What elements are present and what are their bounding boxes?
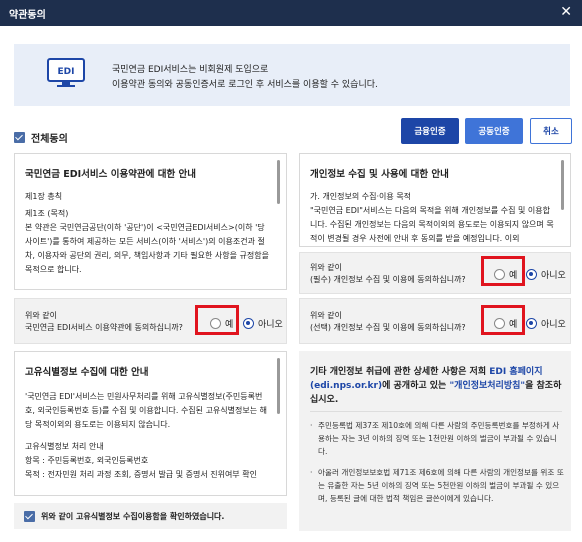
checkbox-checked-icon xyxy=(24,510,35,522)
terms-consent-q1: 위와 같이 xyxy=(25,311,57,320)
radio-selected-icon xyxy=(526,318,537,329)
privacy-info-panel: 기타 개인정보 취급에 관한 상세한 사항은 저희 EDI 홈페이지 (edi.… xyxy=(299,351,571,531)
radio-selected-icon xyxy=(243,318,254,329)
privacy-required-no-radio[interactable]: 아니오 xyxy=(526,268,566,281)
privacy-required-q1: 위와 같이 xyxy=(310,263,342,272)
unique-id-item-2: 목적 : 전자민원 처리 과정 조회, 증명서 발급 및 증명서 진위여부 확인 xyxy=(25,470,257,479)
unique-id-title: 고유식별정보 수집에 대한 안내 xyxy=(25,367,149,378)
notice-banner: EDI 국민연금 EDI서비스는 비회원제 도입으로 이용약관 동의와 공동인증… xyxy=(14,44,570,106)
notice-line-1: 국민연금 EDI서비스는 비회원제 도입으로 xyxy=(112,65,269,75)
unique-id-confirm-checkbox[interactable]: 위와 같이 고유식별정보 수집이용함을 확인하였습니다. xyxy=(14,503,287,529)
all-agree-label: 전체동의 xyxy=(31,134,68,145)
checkbox-checked-icon xyxy=(14,132,25,143)
modal-titlebar: 약관동의 ✕ xyxy=(0,0,582,26)
terms-chapter: 제1장 총칙 xyxy=(25,192,63,201)
terms-title: 국민연금 EDI서비스 이용약관에 대한 안내 xyxy=(25,169,196,180)
info-lead: 기타 개인정보 취급에 관한 상세한 사항은 저희 EDI 홈페이지 (edi.… xyxy=(310,365,562,407)
unique-id-sub-title: 고유식별정보 처리 안내 xyxy=(25,442,104,451)
info-bullet-1: 주민등록법 제37조 제10호에 의해 다른 사람의 주민등록번호를 부정하게 … xyxy=(310,419,566,458)
terms-article: 제1조 (목적) xyxy=(25,209,69,218)
info-bullet-2: 아울러 개인정보보호법 제71조 제6호에 의해 다른 사람의 개인정보를 위조… xyxy=(310,466,566,505)
terms-no-radio[interactable]: 아니오 xyxy=(243,317,283,330)
close-icon[interactable]: ✕ xyxy=(560,4,572,20)
unique-id-confirm-label: 위와 같이 고유식별정보 수집이용함을 확인하였습니다. xyxy=(41,511,225,521)
terms-body: 본 약관은 국민연금공단(이하 '공단')이 <국민연금EDI서비스>(이하 '… xyxy=(25,223,269,274)
terms-no-label: 아니오 xyxy=(258,320,283,330)
terms-consent-q2: 국민연금 EDI서비스 이용약관에 동의하십니까? xyxy=(25,323,183,332)
unique-id-item-1: 항목 : 주민등록번호, 외국인등록번호 xyxy=(25,456,149,465)
financial-cert-button[interactable]: 금융인증 xyxy=(401,118,459,144)
privacy-panel[interactable]: 개인정보 수집 및 사용에 대한 안내 가. 개인정보의 수집·이용 목적 "국… xyxy=(299,153,571,247)
all-agree-checkbox[interactable]: 전체동의 xyxy=(14,130,68,145)
privacy-optional-q1: 위와 같이 xyxy=(310,311,342,320)
privacy-required-row: 위와 같이 (필수) 개인정보 수집 및 이용에 동의하십니까? 예 아니오 xyxy=(299,252,571,294)
privacy-item: 가. 개인정보의 수집·이용 목적 xyxy=(310,192,412,201)
info-lead-b: 에 공개하고 있는 xyxy=(382,381,450,391)
privacy-body: "국민연금 EDI"서비스는 다음의 목적을 위해 개인정보를 수집 및 이용합… xyxy=(310,206,554,243)
edi-monitor-icon: EDI xyxy=(47,58,85,87)
public-cert-button[interactable]: 공동인증 xyxy=(465,118,523,144)
unique-id-body: '국민연금 EDI'서비스는 민원사무처리를 위해 고유식별정보(주민등록번호,… xyxy=(25,392,267,429)
info-lead-a: 기타 개인정보 취급에 관한 상세한 사항은 저희 xyxy=(310,367,490,377)
unique-id-scrollbar[interactable] xyxy=(277,358,280,414)
privacy-policy-link[interactable]: "개인정보처리방침" xyxy=(449,381,525,391)
highlight-box-privacy-required-yes xyxy=(481,256,525,286)
privacy-required-no-label: 아니오 xyxy=(541,271,566,281)
highlight-box-terms-yes xyxy=(195,305,239,335)
privacy-optional-row: 위와 같이 (선택) 개인정보 수집 및 이용에 동의하십니까? 예 아니오 xyxy=(299,298,571,344)
privacy-optional-no-radio[interactable]: 아니오 xyxy=(526,317,566,330)
edi-icon-text: EDI xyxy=(58,67,75,77)
notice-line-2: 이용약관 동의와 공동인증서로 로그인 후 서비스를 이용할 수 있습니다. xyxy=(112,80,378,90)
terms-scrollbar[interactable] xyxy=(277,160,280,204)
privacy-scrollbar[interactable] xyxy=(561,160,564,210)
privacy-required-q2: (필수) 개인정보 수집 및 이용에 동의하십니까? xyxy=(310,275,466,284)
privacy-title: 개인정보 수집 및 사용에 대한 안내 xyxy=(310,169,449,180)
cancel-button[interactable]: 취소 xyxy=(530,118,572,144)
highlight-box-privacy-optional-yes xyxy=(481,305,525,335)
terms-panel[interactable]: 국민연금 EDI서비스 이용약관에 대한 안내 제1장 총칙 제1조 (목적) … xyxy=(14,153,287,290)
radio-selected-icon xyxy=(526,269,537,280)
modal-title: 약관동의 xyxy=(9,10,46,21)
info-divider xyxy=(310,411,562,412)
privacy-optional-q2: (선택) 개인정보 수집 및 이용에 동의하십니까? xyxy=(310,323,466,332)
privacy-optional-no-label: 아니오 xyxy=(541,320,566,330)
terms-consent-row: 위와 같이 국민연금 EDI서비스 이용약관에 동의하십니까? 예 아니오 xyxy=(14,298,287,344)
unique-id-panel[interactable]: 고유식별정보 수집에 대한 안내 '국민연금 EDI'서비스는 민원사무처리를 … xyxy=(14,351,287,496)
